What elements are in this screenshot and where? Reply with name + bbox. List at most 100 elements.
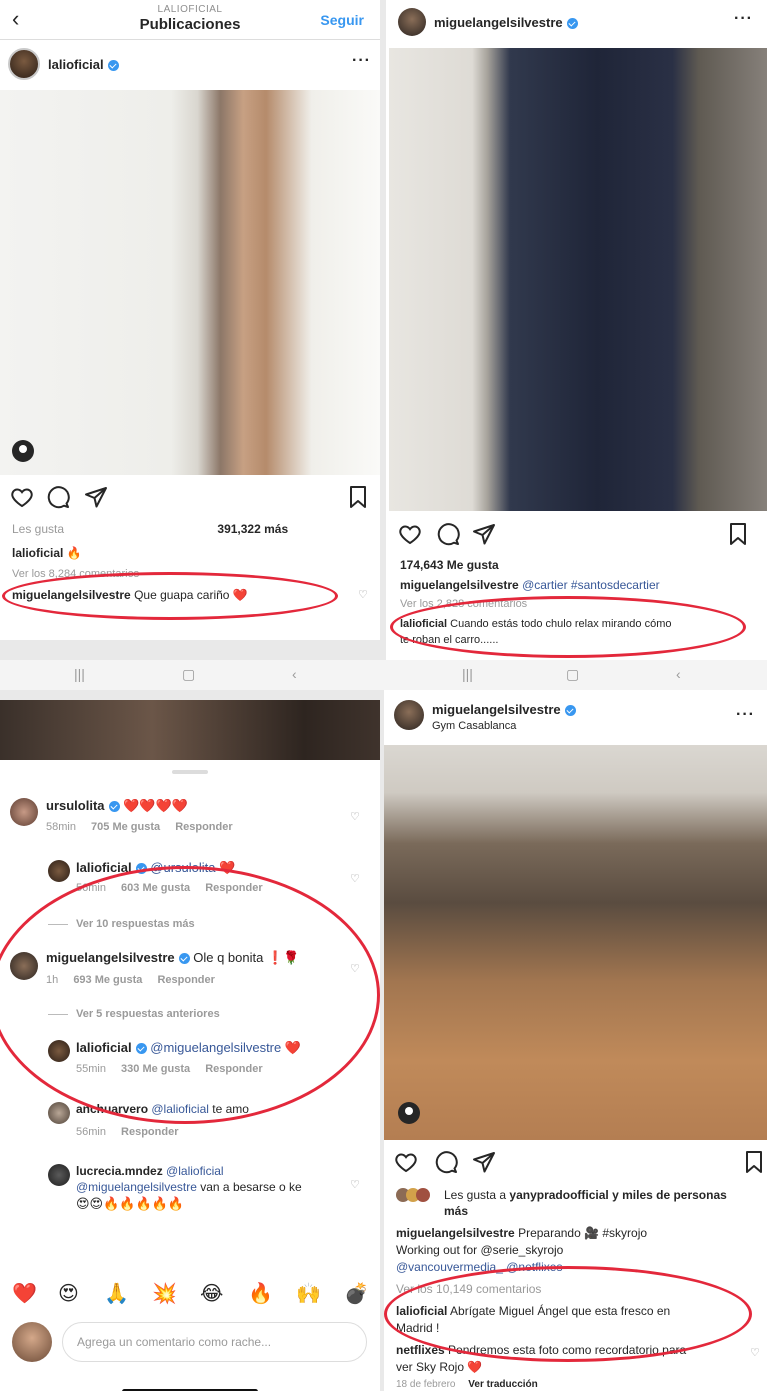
comment-like-icon[interactable]: ♡ xyxy=(358,588,368,601)
home-icon[interactable]: ▢ xyxy=(182,666,195,683)
avatar[interactable] xyxy=(48,1102,70,1124)
bookmark-icon[interactable] xyxy=(346,485,370,509)
post-username[interactable]: miguelangelsilvestre xyxy=(434,15,578,30)
post-image[interactable] xyxy=(384,745,767,1140)
more-options-icon[interactable]: ··· xyxy=(352,52,371,70)
recents-icon[interactable]: ||| xyxy=(462,666,473,682)
drag-handle[interactable] xyxy=(172,770,208,774)
emoji-joy[interactable]: 😂 xyxy=(200,1281,223,1306)
share-icon[interactable] xyxy=(84,485,108,509)
avatar[interactable] xyxy=(398,8,426,36)
post-actions xyxy=(386,522,767,548)
avatar[interactable] xyxy=(48,860,70,882)
comment-like-icon[interactable]: ♡ xyxy=(350,962,360,975)
highlighted-comment: lalioficial Abrígate Miguel Ángel que es… xyxy=(396,1304,671,1318)
emoji-bomb[interactable]: 💣 xyxy=(344,1281,369,1306)
nav-header: ‹ LALIOFICIAL Publicaciones Seguir xyxy=(0,0,380,40)
avatar xyxy=(12,1322,52,1362)
comment-meta: 55min 330 Me gusta Responder xyxy=(76,1063,263,1075)
view-previous-replies-link[interactable]: Ver 5 respuestas anteriores xyxy=(48,1008,220,1020)
heart-icon[interactable] xyxy=(394,1150,418,1174)
comment-like-icon[interactable]: ♡ xyxy=(350,810,360,823)
comments-sheet: ursulolita ❤️❤️❤️❤️ 58min 705 Me gusta R… xyxy=(0,760,380,1391)
comment: lucrecia.mndez @lalioficial xyxy=(76,1164,224,1178)
back-icon[interactable]: ‹ xyxy=(292,666,297,682)
view-comments-link[interactable]: Ver los 2,828 comentarios xyxy=(400,598,527,610)
avatar[interactable] xyxy=(10,952,38,980)
comment-icon[interactable] xyxy=(434,1150,458,1174)
heart-icon[interactable] xyxy=(398,522,422,546)
reply-button[interactable]: Responder xyxy=(175,821,232,833)
avatar[interactable] xyxy=(10,798,38,826)
view-comments-link[interactable]: Ver los 8,284 comentarios xyxy=(12,568,139,580)
likes-line-cont[interactable]: más xyxy=(444,1204,468,1218)
comment-cont: ver Sky Rojo ❤️ xyxy=(396,1360,483,1374)
comment-like-icon[interactable]: ♡ xyxy=(750,1346,760,1359)
system-nav-bar: ||| ▢ ‹ ||| ▢ ‹ xyxy=(0,660,767,690)
emoji-fire[interactable]: 🔥 xyxy=(248,1281,273,1306)
emoji-boom[interactable]: 💥 xyxy=(152,1281,177,1306)
avatar[interactable] xyxy=(48,1164,70,1186)
highlighted-comment-cont: te roban el carro...... xyxy=(400,634,499,646)
view-more-replies-link[interactable]: Ver 10 respuestas más xyxy=(48,918,195,930)
recents-icon[interactable]: ||| xyxy=(74,666,85,682)
post-image[interactable] xyxy=(389,48,767,511)
more-options-icon[interactable]: ··· xyxy=(734,10,753,28)
follow-button[interactable]: Seguir xyxy=(320,12,364,28)
comment-icon[interactable] xyxy=(46,485,70,509)
heart-icon[interactable] xyxy=(10,485,34,509)
panel-miguel-gym-post: miguelangelsilvestre Gym Casablanca ··· … xyxy=(384,690,767,1391)
bookmark-icon[interactable] xyxy=(742,1150,766,1174)
reply-button[interactable]: Responder xyxy=(121,1126,178,1138)
comment-meta: 56min Responder xyxy=(76,1126,179,1138)
reply-button[interactable]: Responder xyxy=(205,1063,262,1075)
emoji-heart-eyes[interactable]: 😍 xyxy=(58,1281,79,1306)
post-location[interactable]: Gym Casablanca xyxy=(432,720,516,732)
highlighted-comment: miguelangelsilvestre Que guapa cariño ❤️ xyxy=(12,588,248,602)
reply-button[interactable]: Responder xyxy=(157,974,214,986)
verified-icon xyxy=(135,1043,147,1055)
back-icon[interactable]: ‹ xyxy=(676,666,681,682)
reply-button[interactable]: Responder xyxy=(205,882,262,894)
view-comments-link[interactable]: Ver los 10,149 comentarios xyxy=(396,1282,541,1296)
panel-miguel-cartier-post: miguelangelsilvestre ··· 174,643 Me gust… xyxy=(386,0,767,660)
verified-icon xyxy=(566,18,578,30)
collage: ‹ LALIOFICIAL Publicaciones Seguir lalio… xyxy=(0,0,767,1391)
verified-icon xyxy=(107,60,119,72)
avatar[interactable] xyxy=(394,700,424,730)
user-tag-icon[interactable] xyxy=(12,440,34,462)
caption-line[interactable]: @vancouvermedia_ @netflixes xyxy=(396,1260,562,1274)
bookmark-icon[interactable] xyxy=(726,522,750,546)
panel-lalioficial-post: ‹ LALIOFICIAL Publicaciones Seguir lalio… xyxy=(0,0,380,640)
comment-like-icon[interactable]: ♡ xyxy=(350,1178,360,1191)
avatar[interactable] xyxy=(8,48,40,80)
likes-line[interactable]: Les gusta 391,322 más xyxy=(12,522,288,536)
highlighted-comment: lalioficial Cuando estás todo chulo rela… xyxy=(400,618,672,630)
comment-meta: 1h 693 Me gusta Responder xyxy=(46,974,215,986)
emoji-heart[interactable]: ❤️ xyxy=(12,1281,37,1306)
comment: netflixes Pondremos esta foto como recor… xyxy=(396,1343,687,1357)
comment-like-icon[interactable]: ♡ xyxy=(350,872,360,885)
emoji-raised-hands[interactable]: 🙌 xyxy=(296,1281,321,1306)
emoji-pray[interactable]: 🙏 xyxy=(104,1281,129,1306)
home-icon[interactable]: ▢ xyxy=(566,666,579,683)
verified-icon xyxy=(135,863,147,875)
user-tag-icon[interactable] xyxy=(398,1102,420,1124)
comment: ursulolita ❤️❤️❤️❤️ xyxy=(46,798,188,813)
share-icon[interactable] xyxy=(472,1150,496,1174)
post-username[interactable]: miguelangelsilvestre xyxy=(432,702,576,717)
post-username[interactable]: lalioficial xyxy=(48,57,119,72)
comment: miguelangelsilvestre Ole q bonita ❗🌹 xyxy=(46,950,300,965)
likes-line[interactable]: Les gusta a yanyprado​official y miles d… xyxy=(444,1188,727,1202)
more-options-icon[interactable]: ··· xyxy=(736,706,755,724)
post-image[interactable] xyxy=(0,90,380,475)
translate-link[interactable]: Ver traducción xyxy=(468,1379,537,1390)
comment-icon[interactable] xyxy=(436,522,460,546)
comment-meta: 56min 603 Me gusta Responder xyxy=(76,882,263,894)
likes-count[interactable]: 174,643 Me gusta xyxy=(400,558,499,572)
share-icon[interactable] xyxy=(472,522,496,546)
avatar[interactable] xyxy=(48,1040,70,1062)
comment-input[interactable]: Agrega un comentario como rache... xyxy=(62,1322,367,1362)
comment: lalioficial @ursulolita ❤️ xyxy=(76,860,236,875)
caption: miguelangelsilvestre Preparando 🎥 #skyro… xyxy=(396,1226,648,1240)
